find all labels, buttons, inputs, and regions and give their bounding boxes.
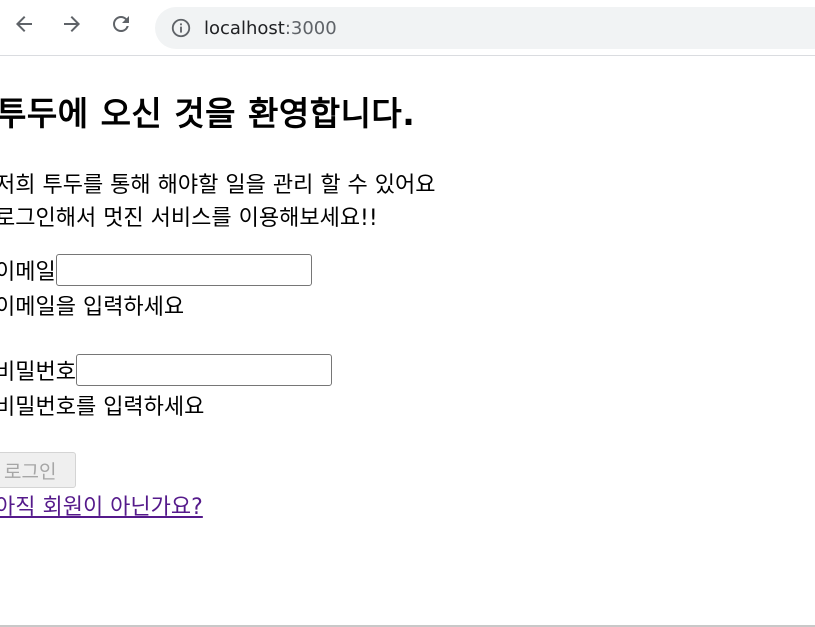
password-label: 비밀번호 <box>0 360 76 385</box>
url-text: localhost:3000 <box>204 18 337 39</box>
url-host: localhost <box>204 17 285 39</box>
back-arrow-icon[interactable] <box>12 12 36 36</box>
page-content: 투두에 오신 것을 환영합니다. 저희 투두를 통해 해야할 일을 관리 할 수… <box>0 57 815 626</box>
signup-link[interactable]: 아직 회원이 아닌가요? <box>0 489 203 521</box>
password-field[interactable] <box>75 354 332 386</box>
page-title: 투두에 오신 것을 환영합니다. <box>0 94 416 133</box>
intro-text: 저희 투두를 통해 해야할 일을 관리 할 수 있어요 <box>0 173 436 198</box>
email-hint: 이메일을 입력하세요 <box>0 295 185 320</box>
intro-text-login: 로그인해서 멋진 서비스를 이용해보세요!! <box>0 206 378 231</box>
email-row: 이메일 <box>0 254 312 286</box>
browser-toolbar: localhost:3000 <box>0 0 815 56</box>
password-hint: 비밀번호를 입력하세요 <box>0 395 205 420</box>
email-label: 이메일 <box>0 260 56 285</box>
forward-arrow-icon[interactable] <box>60 12 84 36</box>
info-icon[interactable] <box>170 17 192 39</box>
reload-icon[interactable] <box>109 12 133 36</box>
address-bar[interactable]: localhost:3000 <box>155 7 815 49</box>
password-row: 비밀번호 <box>0 354 332 386</box>
login-button[interactable]: 로그인 <box>0 452 76 488</box>
email-field[interactable] <box>55 254 312 286</box>
url-port: :3000 <box>284 17 337 39</box>
